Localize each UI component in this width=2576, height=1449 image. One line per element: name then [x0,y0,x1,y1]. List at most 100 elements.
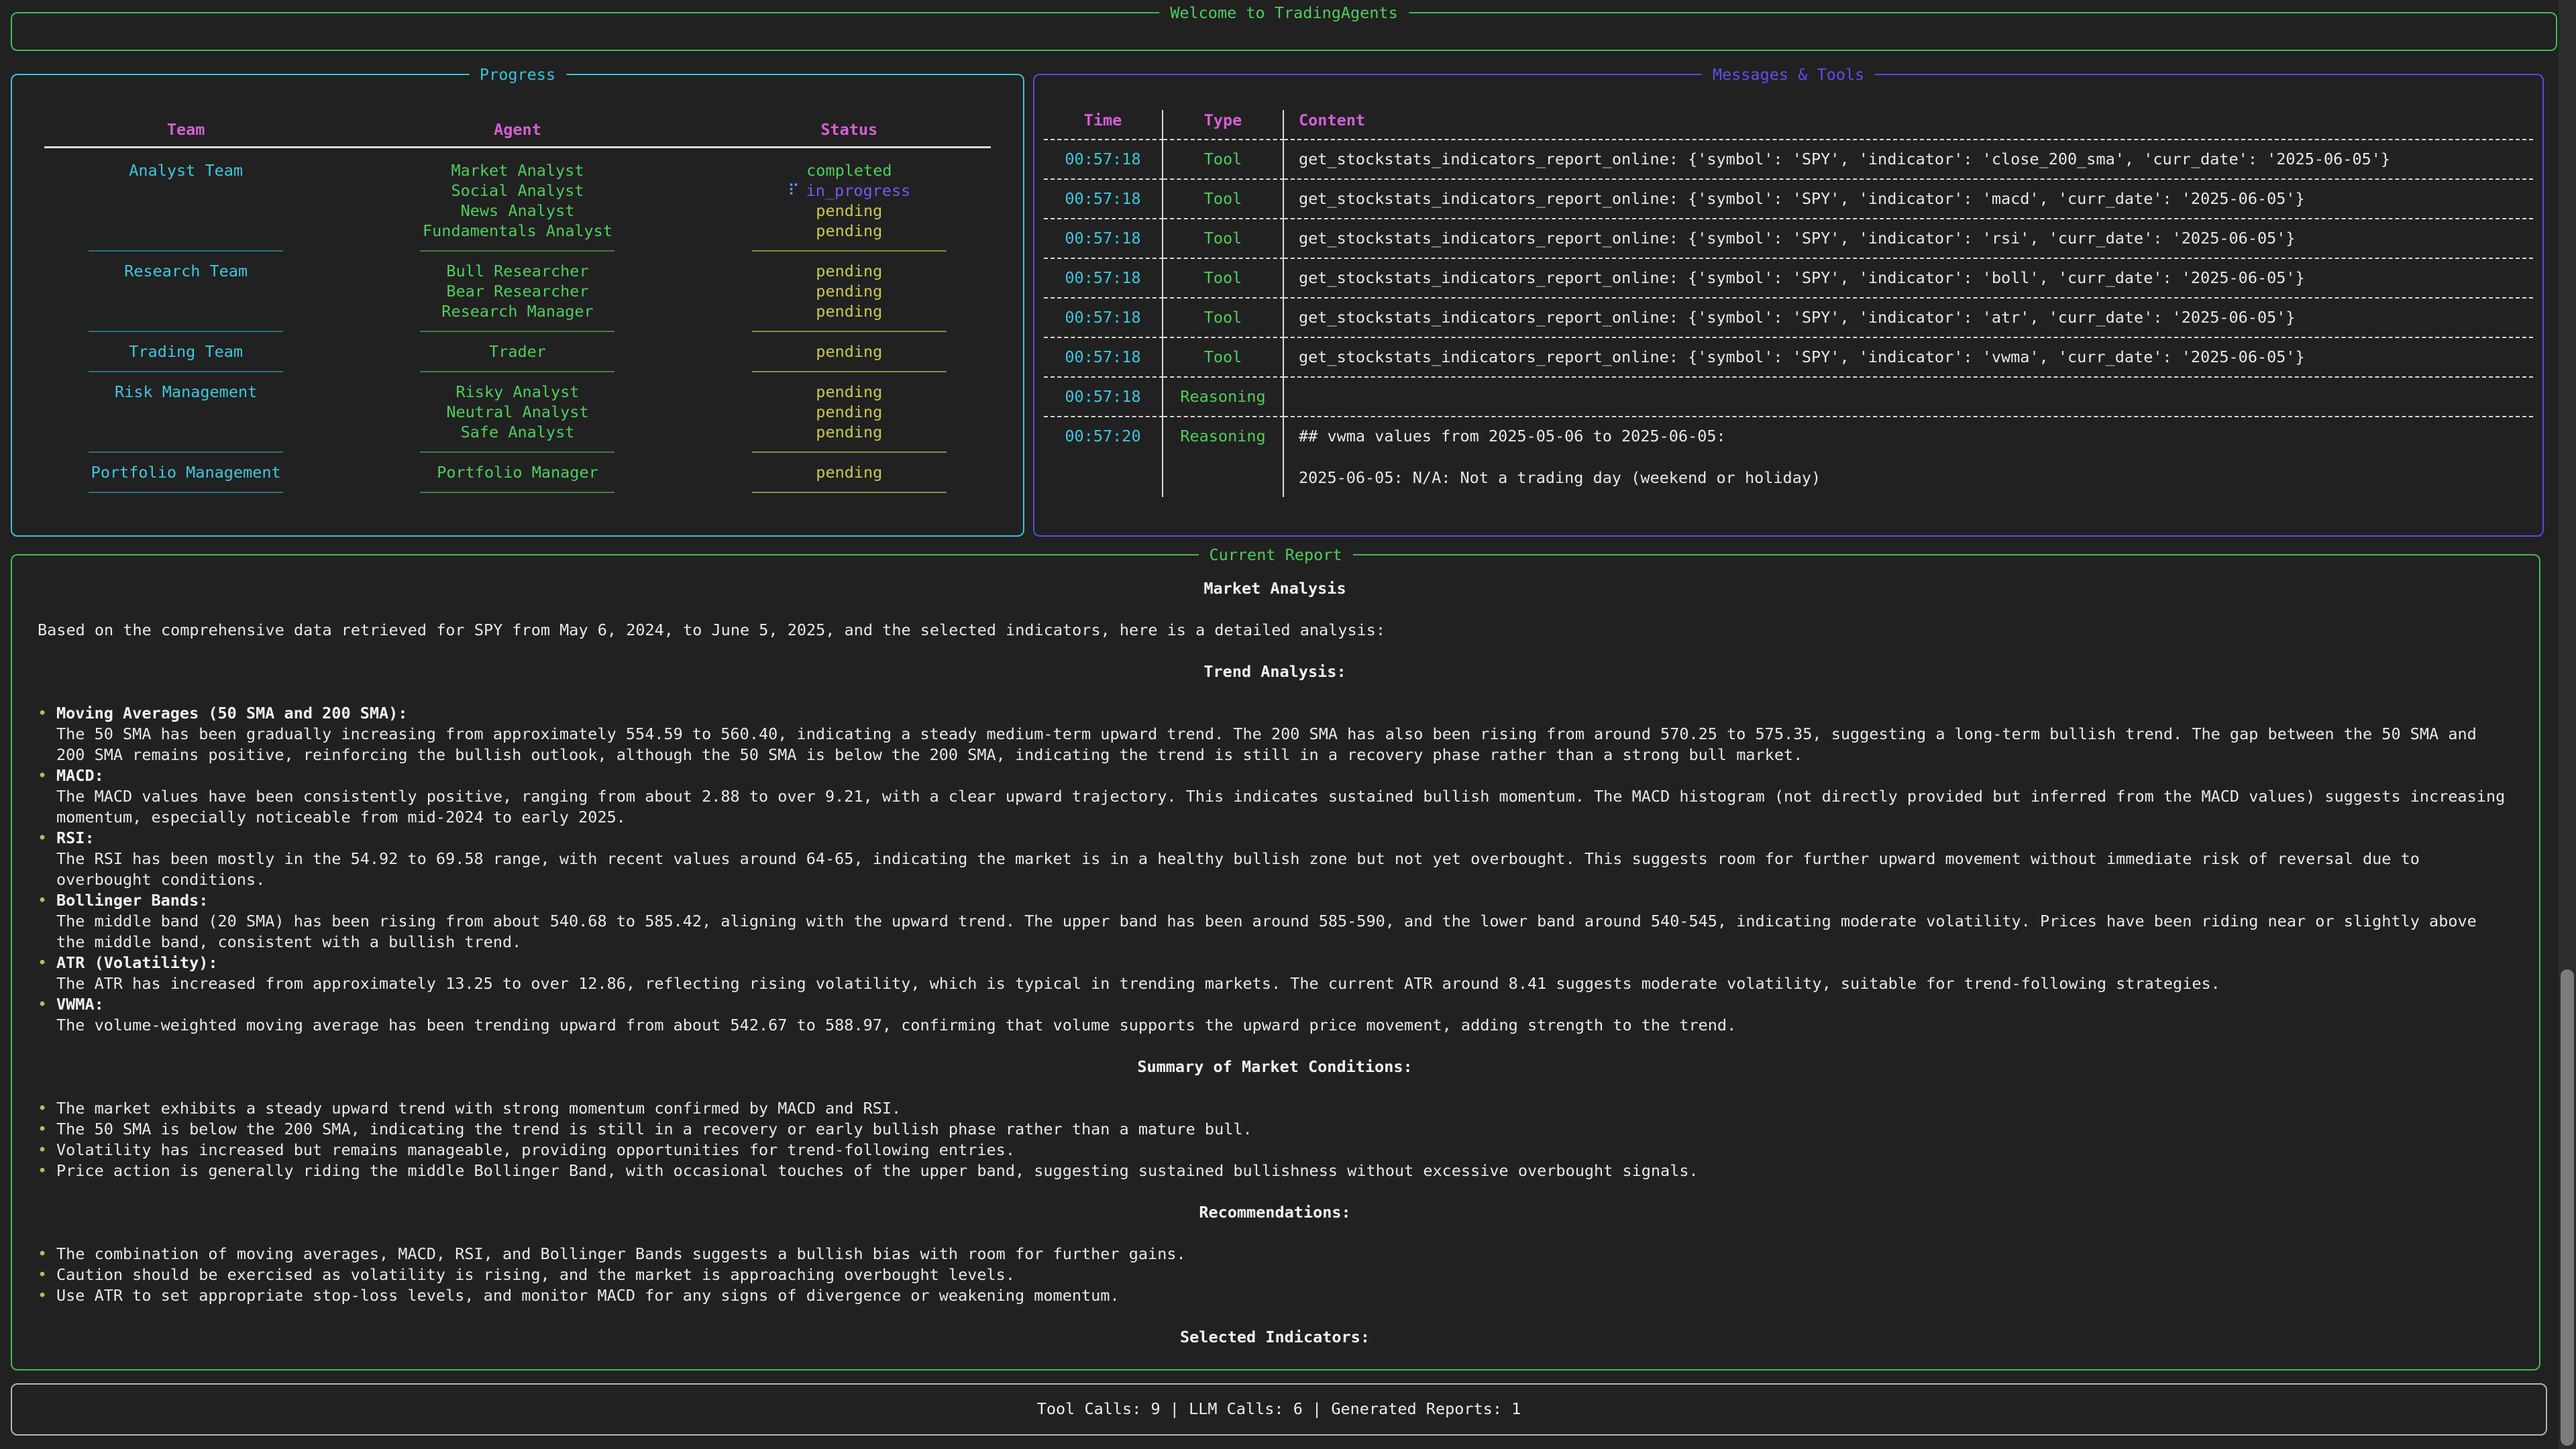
status-badge: ⠏in_progress [684,180,1015,201]
message-type: Tool [1163,258,1284,297]
messages-panel-title: Messages & Tools [1702,63,1875,86]
message-type: Reasoning [1163,376,1284,416]
trend-bullet: • Moving Averages (50 SMA and 200 SMA): … [38,703,2512,765]
team-separator [20,362,352,382]
bullet-icon: • [38,994,56,1036]
team-name: Research Team [20,261,352,281]
message-content: get_stockstats_indicators_report_online:… [1284,140,2533,178]
current-report-panel: Current Report Market Analysis Based on … [11,554,2540,1371]
message-type: Tool [1163,297,1284,337]
team-name: Portfolio Management [20,462,352,482]
bullet-icon: • [38,1285,56,1306]
agent-name: Bear Researcher [352,281,683,301]
report-heading-summary: Summary of Market Conditions: [38,1057,2512,1077]
bullet-label: MACD: [56,765,2512,786]
agent-separator [352,442,683,462]
team-name [20,422,352,442]
bullet-label: VWMA: [56,994,1736,1015]
bullet-icon: • [38,1098,56,1119]
bullet-body: The RSI has been mostly in the 54.92 to … [56,849,2512,890]
team-separator [20,321,352,341]
column-header-status: Status [684,119,1015,144]
column-header-team: Team [20,119,352,144]
message-type: Reasoning [1163,416,1284,497]
team-name [20,221,352,241]
agent-name: Research Manager [352,301,683,321]
message-time: 00:57:18 [1044,178,1163,218]
progress-table: Team Agent Status Analyst Team Market An… [12,75,1023,502]
bullet-body: The MACD values have been consistently p… [56,786,2512,828]
agent-name: News Analyst [352,201,683,221]
scrollbar-thumb[interactable] [2561,969,2574,1446]
bullet-icon: • [38,890,56,953]
team-name [20,281,352,301]
summary-bullet: • Price action is generally riding the m… [38,1161,2512,1181]
team-name: Risk Management [20,382,352,402]
status-badge: pending [684,341,1015,362]
progress-panel: Progress Team Agent Status Analyst Team … [11,74,1024,537]
report-intro: Based on the comprehensive data retrieve… [38,620,2512,641]
stats-bar: Tool Calls: 9 | LLM Calls: 6 | Generated… [11,1383,2547,1436]
agent-name: Bull Researcher [352,261,683,281]
message-content: get_stockstats_indicators_report_online:… [1284,218,2533,258]
bullet-icon: • [38,703,56,765]
agent-separator [352,241,683,261]
bullet-icon: • [38,1161,56,1181]
message-time: 00:57:20 [1044,416,1163,497]
team-separator [20,241,352,261]
progress-panel-title: Progress [469,63,566,86]
message-type: Tool [1163,337,1284,376]
messages-tools-panel: Messages & Tools Time Type Content 00:57… [1033,74,2544,537]
header-divider [44,146,991,148]
column-header-type: Type [1163,110,1284,140]
status-separator [684,321,1015,341]
agent-name: Fundamentals Analyst [352,221,683,241]
message-type: Tool [1163,218,1284,258]
team-separator [20,442,352,462]
summary-bullet: • Volatility has increased but remains m… [38,1140,2512,1161]
message-time: 00:57:18 [1044,218,1163,258]
status-separator [684,442,1015,462]
status-badge: pending [684,422,1015,442]
message-type: Tool [1163,140,1284,178]
welcome-title: Welcome to TradingAgents [1159,1,1409,24]
message-content: get_stockstats_indicators_report_online:… [1284,178,2533,218]
status-badge: pending [684,402,1015,422]
agent-name: Neutral Analyst [352,402,683,422]
bullet-label: RSI: [56,828,2512,849]
bullet-icon: • [38,1244,56,1265]
status-badge: pending [684,221,1015,241]
bullet-body: The volume-weighted moving average has b… [56,1015,1736,1036]
status-badge: pending [684,281,1015,301]
messages-table: Time Type Content 00:57:18 Tool get_stoc… [1034,75,2542,497]
bullet-icon: • [38,1265,56,1285]
agent-name: Social Analyst [352,180,683,201]
status-badge: pending [684,261,1015,281]
status-separator [684,362,1015,382]
status-badge: pending [684,301,1015,321]
welcome-panel: Welcome to TradingAgents [11,12,2557,51]
bullet-icon: • [38,1140,56,1161]
team-name [20,180,352,201]
team-name [20,201,352,221]
bullet-icon: • [38,953,56,994]
bullet-icon: • [38,765,56,828]
agent-name: Risky Analyst [352,382,683,402]
message-time: 00:57:18 [1044,258,1163,297]
message-time: 00:57:18 [1044,376,1163,416]
message-time: 00:57:18 [1044,297,1163,337]
message-content [1284,376,2533,416]
message-content: get_stockstats_indicators_report_online:… [1284,297,2533,337]
summary-bullet: • The 50 SMA is below the 200 SMA, indic… [38,1119,2512,1140]
agent-name: Market Analyst [352,160,683,180]
status-badge: pending [684,462,1015,482]
agent-name: Portfolio Manager [352,462,683,482]
recommendation-bullet: • Use ATR to set appropriate stop-loss l… [38,1285,2512,1306]
team-separator [20,482,352,502]
report-heading-selected-indicators: Selected Indicators: [38,1327,2512,1348]
status-badge: pending [684,201,1015,221]
team-name: Trading Team [20,341,352,362]
bullet-body: The ATR has increased from approximately… [56,973,2220,994]
trend-bullet: • MACD: The MACD values have been consis… [38,765,2512,828]
trend-bullet: • Bollinger Bands: The middle band (20 S… [38,890,2512,953]
